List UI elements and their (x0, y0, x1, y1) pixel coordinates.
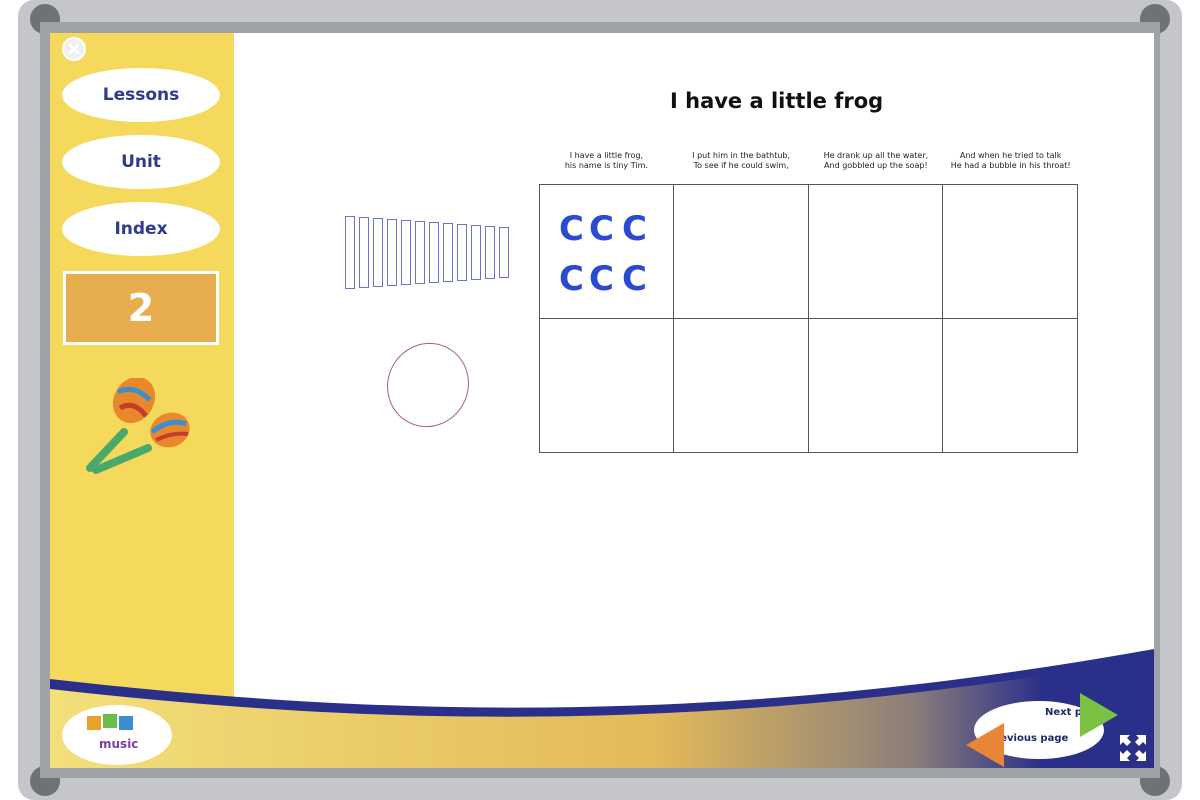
logo-graphic: music (87, 714, 138, 751)
lyric-line: his name is tiny Tim. (564, 161, 648, 170)
grid-cell[interactable] (942, 185, 1077, 319)
close-icon[interactable] (64, 39, 84, 59)
grid-cell[interactable] (943, 319, 1077, 453)
next-arrow-icon[interactable] (1080, 693, 1120, 737)
grid-cell[interactable] (808, 185, 943, 319)
grid-cell[interactable] (809, 318, 943, 452)
grid-cell[interactable] (674, 318, 809, 452)
grid-cell[interactable] (674, 185, 809, 319)
lyric-line: I put him in the bathtub, (692, 151, 791, 160)
lyric-line: And when he tried to talk (959, 151, 1062, 160)
current-unit-badge: 2 (63, 271, 219, 345)
lyric-line: He drank up all the water, (823, 151, 929, 160)
previous-arrow-icon[interactable] (964, 723, 1004, 767)
note-letter[interactable]: C (589, 209, 614, 249)
lyric-caption: I put him in the bathtub, To see if he c… (674, 151, 809, 171)
unit-button[interactable]: Unit (62, 135, 220, 189)
lyric-caption: I have a little frog, his name is tiny T… (539, 151, 674, 171)
fun-music-company-logo: music (62, 705, 172, 765)
note-letter[interactable]: C (559, 209, 584, 249)
page-title: I have a little frog (670, 89, 884, 113)
lyrics-captions: I have a little frog, his name is tiny T… (539, 151, 1078, 171)
note-letter[interactable]: C (622, 259, 647, 299)
lessons-button[interactable]: Lessons (62, 68, 220, 122)
note-letter[interactable]: C (589, 259, 614, 299)
lyric-line: I have a little frog, (569, 151, 644, 160)
rhythm-sticks-stack[interactable] (345, 216, 515, 296)
lyric-caption: And when he tried to talk He had a bubbl… (943, 151, 1078, 171)
rhythm-grid[interactable]: C C C C C C (539, 184, 1078, 453)
grid-cell[interactable]: C C C C C C (540, 185, 675, 319)
grid-cell[interactable] (540, 318, 675, 452)
lyric-line: To see if he could swim, (693, 161, 789, 170)
fullscreen-icon[interactable] (1118, 733, 1148, 763)
index-button[interactable]: Index (62, 202, 220, 256)
drawn-ellipse[interactable] (384, 341, 474, 431)
lyric-line: And gobbled up the soap! (824, 161, 928, 170)
lyric-line: He had a bubble in his throat! (950, 161, 1071, 170)
logo-text: music (99, 737, 138, 751)
whiteboard: Lessons Unit Index 2 I have a little fro… (50, 33, 1154, 768)
note-letter[interactable]: C (559, 259, 584, 299)
note-letter[interactable]: C (622, 209, 647, 249)
current-unit-number: 2 (127, 286, 155, 330)
maracas-icon (86, 378, 190, 474)
lyric-caption: He drank up all the water, And gobbled u… (809, 151, 944, 171)
